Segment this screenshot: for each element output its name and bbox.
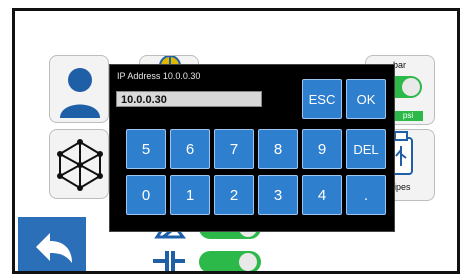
- key-4[interactable]: 4: [302, 175, 342, 215]
- network-icon: [57, 139, 103, 191]
- ip-keypad-dialog: IP Address 10.0.0.30 10.0.0.30 ESC OK 5 …: [109, 64, 395, 232]
- key-8[interactable]: 8: [258, 129, 298, 169]
- key-5[interactable]: 5: [126, 129, 166, 169]
- key-2[interactable]: 2: [214, 175, 254, 215]
- key-3[interactable]: 3: [258, 175, 298, 215]
- key-0[interactable]: 0: [126, 175, 166, 215]
- ip-caption: IP Address 10.0.0.30: [117, 71, 201, 81]
- ok-button[interactable]: OK: [346, 79, 386, 119]
- key-7[interactable]: 7: [214, 129, 254, 169]
- user-icon: [60, 68, 100, 118]
- key-6[interactable]: 6: [170, 129, 210, 169]
- unit-alt-label: psi: [393, 111, 423, 121]
- network-tile[interactable]: [49, 129, 109, 199]
- key-9[interactable]: 9: [302, 129, 342, 169]
- ip-input[interactable]: 10.0.0.30: [116, 91, 262, 107]
- valve-icon: [153, 251, 185, 271]
- key-1[interactable]: 1: [170, 175, 210, 215]
- esc-button[interactable]: ESC: [302, 79, 342, 119]
- del-button[interactable]: DEL: [346, 129, 386, 169]
- back-button[interactable]: [18, 217, 86, 271]
- back-arrow-icon: [36, 233, 72, 263]
- user-tile[interactable]: [49, 55, 109, 123]
- hmi-screen: bar psi Recipes IP Address 10.0.0.30 10.…: [12, 8, 460, 274]
- key-dot[interactable]: .: [346, 175, 386, 215]
- valve-toggle[interactable]: [199, 251, 261, 271]
